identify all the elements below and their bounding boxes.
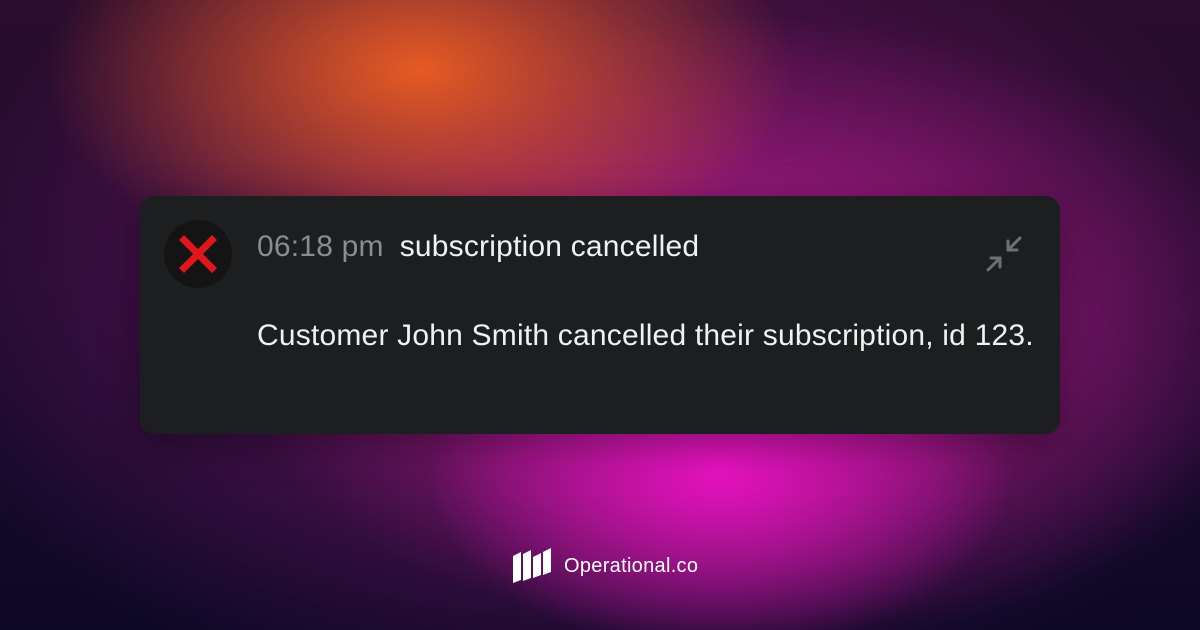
brand-name: Operational.co bbox=[564, 554, 699, 577]
notification-header: 06:18 pm subscription cancelled bbox=[257, 230, 699, 264]
collapse-arrows-icon bbox=[986, 236, 1022, 272]
collapse-button[interactable] bbox=[984, 234, 1024, 274]
brand-footer: Operational.co bbox=[512, 548, 698, 584]
x-mark-icon bbox=[179, 235, 217, 273]
notification-title: subscription cancelled bbox=[399, 230, 700, 263]
notification-message: Customer John Smith cancelled their subs… bbox=[257, 319, 1034, 352]
operational-logo-icon bbox=[513, 548, 551, 583]
status-icon-container bbox=[164, 220, 232, 288]
notification-card: 06:18 pm subscription cancelled Customer… bbox=[140, 196, 1060, 434]
notification-time: 06:18 pm bbox=[257, 230, 384, 263]
